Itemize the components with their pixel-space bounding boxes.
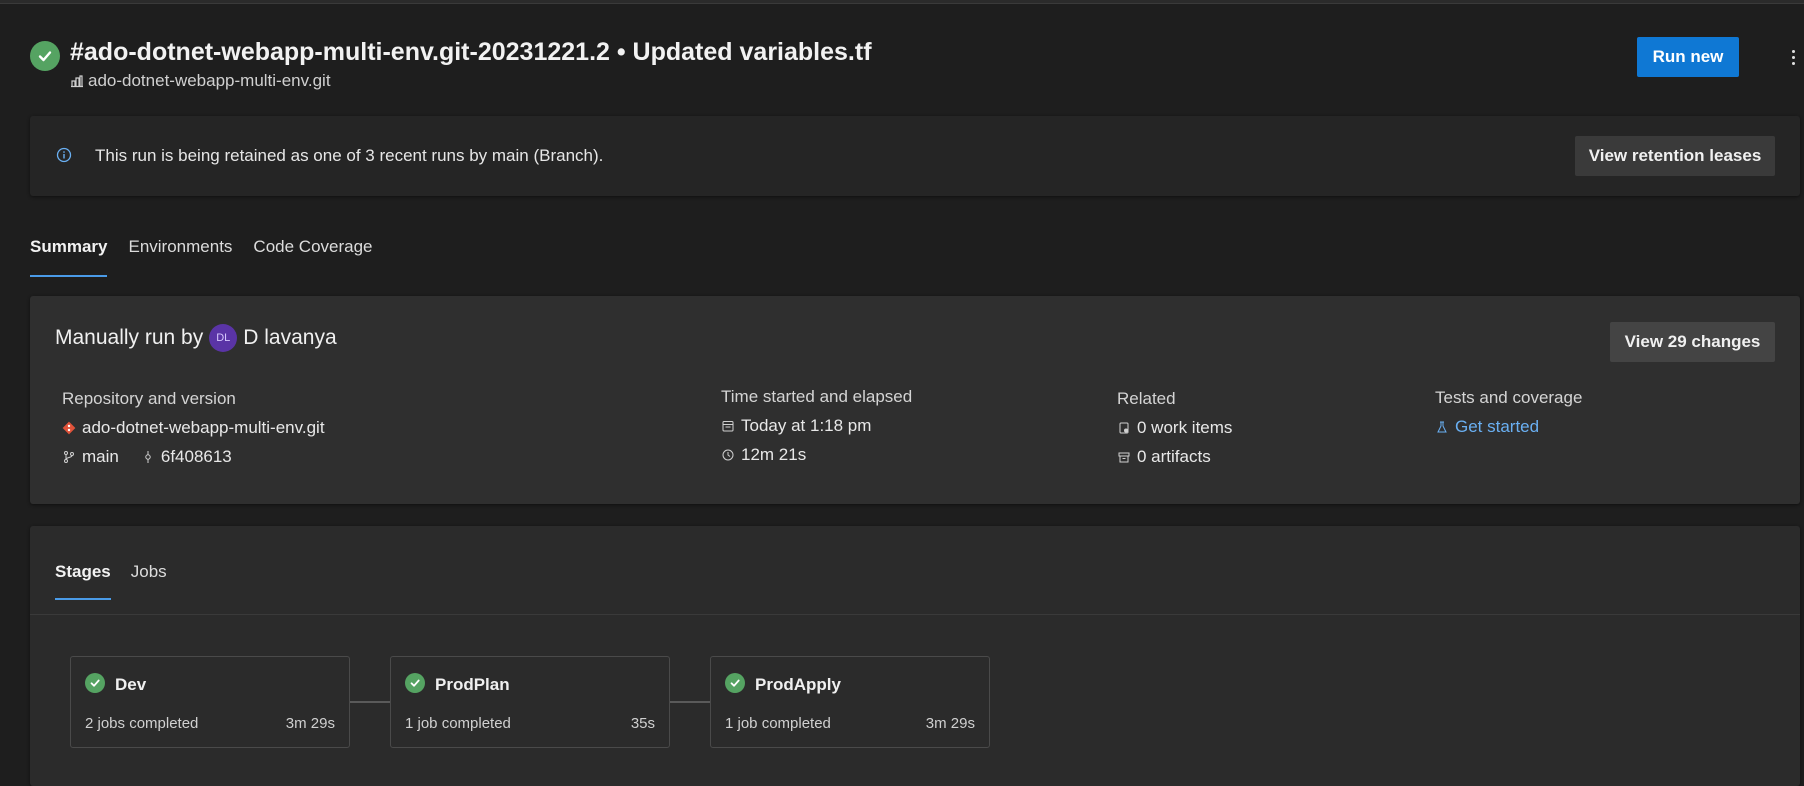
stage-prodapply[interactable]: ProdApply 1 job completed 3m 29s [710,656,990,748]
tab-environments[interactable]: Environments [128,237,232,277]
stage-prodplan[interactable]: ProdPlan 1 job completed 35s [390,656,670,748]
tests-label: Tests and coverage [1435,388,1583,407]
artifact-icon [1118,452,1130,463]
stage-dev[interactable]: Dev 2 jobs completed 3m 29s [70,656,350,748]
run-tabs: Summary Environments Code Coverage [30,237,373,277]
stage-jobs: 1 job completed [725,715,831,732]
stage-name: ProdApply [755,675,841,694]
stage-connector [670,701,711,703]
stages-card: Stages Jobs Dev 2 jobs completed 3m 29s … [30,526,1800,786]
stage-duration: 35s [630,715,655,732]
work-items-count: 0 work items [1137,418,1233,437]
tab-jobs[interactable]: Jobs [131,562,167,600]
view-changes-button[interactable]: View 29 changes [1610,322,1775,362]
repository-link[interactable]: ado-dotnet-webapp-multi-env.git [62,418,325,438]
tab-stages[interactable]: Stages [55,562,111,600]
pipeline-name: ado-dotnet-webapp-multi-env.git [88,71,331,90]
repository-section: Repository and version ado-dotnet-webapp… [62,389,325,467]
branch-icon [64,451,74,463]
tab-code-coverage[interactable]: Code Coverage [253,237,372,277]
success-check-icon [85,673,105,693]
top-border [0,0,1804,4]
artifacts-count: 0 artifacts [1137,447,1211,466]
retention-message: This run is being retained as one of 3 r… [95,146,604,165]
tests-section: Tests and coverage Get started [1435,388,1582,437]
tab-summary[interactable]: Summary [30,237,108,277]
manual-run-info: Manually run by DL D lavanya [55,324,337,352]
retention-banner: This run is being retained as one of 3 r… [30,116,1800,196]
pipeline-icon [71,75,83,88]
user-name[interactable]: D lavanya [243,326,336,350]
run-title: #ado-dotnet-webapp-multi-env.git-2023122… [70,38,872,66]
time-label: Time started and elapsed [721,387,913,406]
work-item-icon [1119,422,1129,434]
manual-run-label: Manually run by [55,326,204,349]
work-items-link[interactable]: 0 work items [1117,418,1232,438]
artifacts-link[interactable]: 0 artifacts [1117,447,1232,467]
started-row: Today at 1:18 pm [721,416,912,436]
success-check-icon [405,673,425,693]
divider [30,614,1800,615]
stage-name: ProdPlan [435,675,510,694]
stage-duration: 3m 29s [925,715,975,732]
success-check-icon [30,41,60,71]
stage-jobs: 2 jobs completed [85,715,199,732]
run-new-button[interactable]: Run new [1637,37,1739,77]
stage-connector [350,701,391,703]
pipeline-link[interactable]: ado-dotnet-webapp-multi-env.git [70,71,331,91]
summary-card: Manually run by DL D lavanya View 29 cha… [30,296,1800,504]
repository-label: Repository and version [62,389,236,408]
related-label: Related [1117,389,1176,408]
run-header: #ado-dotnet-webapp-multi-env.git-2023122… [30,36,1795,96]
stage-duration: 3m 29s [285,715,335,732]
more-options-icon[interactable] [1785,44,1801,70]
commit-id[interactable]: 6f408613 [161,447,232,467]
repository-name: ado-dotnet-webapp-multi-env.git [82,418,325,437]
version-row: main 6f408613 [62,447,325,467]
related-section: Related 0 work items 0 artifacts [1117,389,1232,467]
git-repo-icon [62,421,76,435]
branch-name[interactable]: main [82,447,119,467]
avatar[interactable]: DL [209,324,238,352]
stage-tabs: Stages Jobs [55,562,167,600]
info-icon [56,147,72,163]
view-retention-leases-button[interactable]: View retention leases [1575,136,1775,176]
stage-name: Dev [115,675,147,694]
elapsed-time: 12m 21s [741,445,807,464]
flask-icon [1437,421,1447,433]
start-time: Today at 1:18 pm [741,416,872,435]
clock-icon [722,449,734,461]
stage-jobs: 1 job completed [405,715,511,732]
get-started-label: Get started [1455,417,1540,436]
get-started-link[interactable]: Get started [1435,417,1582,437]
success-check-icon [725,673,745,693]
elapsed-row: 12m 21s [721,445,912,465]
commit-icon [145,451,151,463]
time-section: Time started and elapsed Today at 1:18 p… [721,387,912,465]
calendar-icon [722,421,734,432]
